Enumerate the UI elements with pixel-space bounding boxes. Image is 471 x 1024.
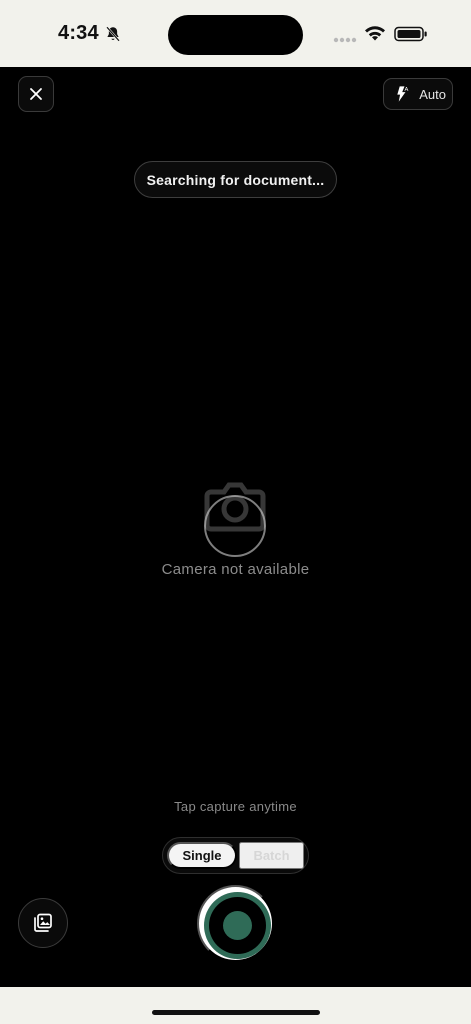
status-bar: 4:34 <box>0 0 471 67</box>
svg-text:A: A <box>405 87 409 93</box>
wifi-icon <box>365 26 385 41</box>
focus-ring <box>204 495 266 557</box>
gallery-icon <box>34 913 52 932</box>
batch-mode-button[interactable]: Batch <box>239 842 304 869</box>
status-time: 4:34 <box>58 22 99 44</box>
flash-mode-label: Auto <box>419 86 446 102</box>
dynamic-island <box>168 15 303 55</box>
flash-auto-icon: A <box>397 86 409 102</box>
home-indicator[interactable] <box>152 1010 320 1015</box>
capture-button[interactable] <box>197 885 274 962</box>
signal-dots-icon <box>333 37 357 43</box>
close-button[interactable] <box>18 76 54 112</box>
bell-slash-icon <box>106 26 120 42</box>
document-search-label: Searching for document... <box>146 171 325 188</box>
close-icon <box>30 88 42 100</box>
capture-hint: Tap capture anytime <box>174 799 297 814</box>
home-indicator-area <box>0 987 471 1024</box>
capture-button-icon <box>223 911 252 940</box>
document-scanner-screen: 4:34 A Auto Searching for document... Ca… <box>0 0 471 1024</box>
capture-mode-toggle: Single Batch <box>162 837 309 874</box>
single-mode-button[interactable]: Single <box>167 842 237 869</box>
camera-status-text: Camera not available <box>161 561 310 578</box>
document-search-status: Searching for document... <box>134 161 337 198</box>
battery-icon <box>394 26 427 42</box>
gallery-button[interactable] <box>18 898 68 948</box>
flash-mode-button[interactable]: A Auto <box>383 78 453 110</box>
